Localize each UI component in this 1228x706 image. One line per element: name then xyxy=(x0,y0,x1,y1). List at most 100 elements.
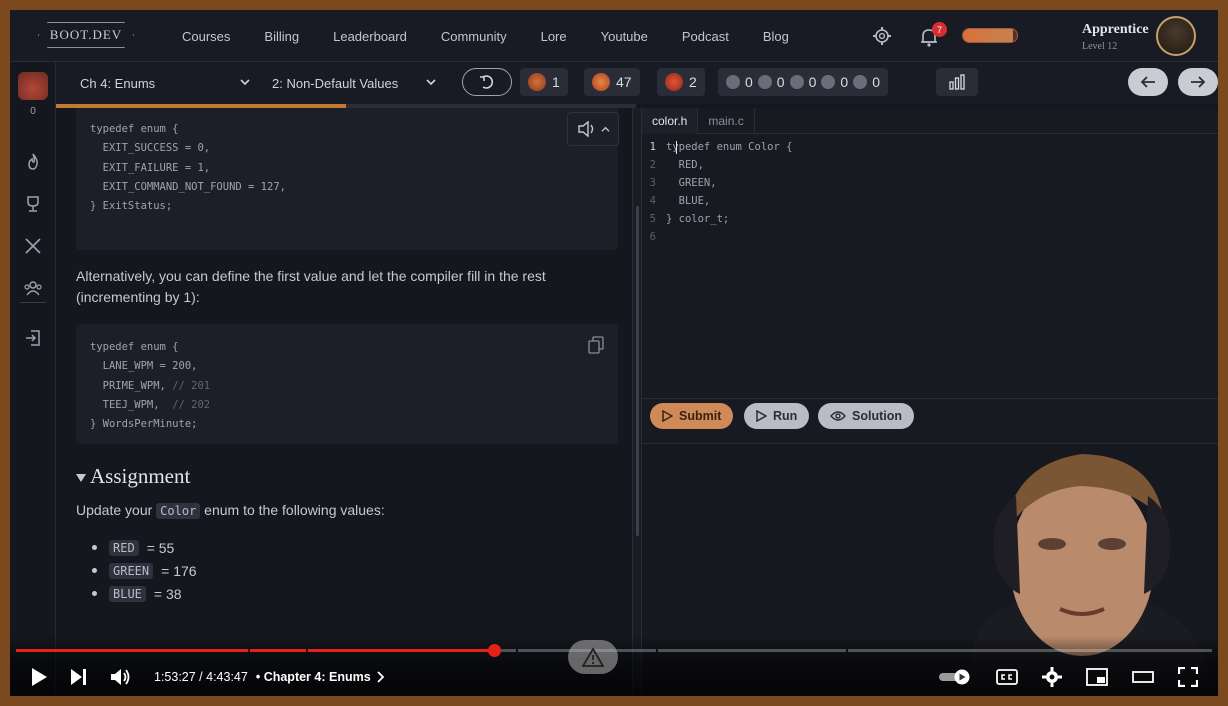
code-line: typedef enum { xyxy=(90,123,179,135)
line-number: 5 xyxy=(649,213,656,225)
chapter-marker xyxy=(846,649,848,652)
logout-icon[interactable] xyxy=(23,328,43,348)
assignment-heading[interactable]: Assignment xyxy=(76,464,190,489)
assignment-text-post: enum to the following values: xyxy=(200,502,385,518)
assignment-text-pre: Update your xyxy=(76,502,157,518)
code-line: RED, xyxy=(666,159,704,171)
reset-button[interactable] xyxy=(462,68,512,96)
stats-button[interactable] xyxy=(936,68,978,96)
nav-link-youtube[interactable]: Youtube xyxy=(601,29,648,44)
swords-icon[interactable] xyxy=(23,236,43,256)
trophy-icon[interactable] xyxy=(23,194,43,214)
captions-icon[interactable] xyxy=(996,669,1018,685)
nav-link-lore[interactable]: Lore xyxy=(541,29,567,44)
editor-tabs: color.h main.c xyxy=(642,108,1218,134)
armor-stat[interactable]: 2 xyxy=(657,68,705,96)
code-editor[interactable]: color.h main.c 1 typedef enum Color { 2 R… xyxy=(642,108,1218,398)
nav-link-blog[interactable]: Blog xyxy=(763,29,789,44)
user-rank: Apprentice xyxy=(1082,22,1149,37)
code-line: } color_t; xyxy=(666,213,730,225)
copy-icon[interactable] xyxy=(588,336,604,354)
volume-icon[interactable] xyxy=(110,667,132,687)
scrubber-handle[interactable] xyxy=(488,644,502,657)
shield-count: 0 xyxy=(776,74,785,90)
seal-count: 0 xyxy=(808,74,817,90)
bar-chart-icon xyxy=(949,74,965,90)
warning-button[interactable] xyxy=(568,640,618,674)
panel-splitter[interactable] xyxy=(632,108,642,696)
line-number: 2 xyxy=(649,159,656,171)
chevron-right-icon[interactable] xyxy=(377,671,385,683)
editor-code[interactable]: 1 typedef enum Color { 2 RED, 3 GREEN, 4 … xyxy=(642,138,793,246)
scrubber-played xyxy=(16,649,495,652)
code-comment: // 202 xyxy=(172,398,211,411)
notification-badge: 7 xyxy=(932,22,947,37)
miniplayer-icon[interactable] xyxy=(1086,668,1108,686)
chapter-marker xyxy=(516,649,518,652)
tab-color-h[interactable]: color.h xyxy=(642,108,699,134)
left-rail: 0 xyxy=(10,62,56,696)
gems-stat[interactable]: 47 xyxy=(584,68,640,96)
fullscreen-icon[interactable] xyxy=(1178,667,1198,687)
prev-lesson-button[interactable] xyxy=(1128,68,1168,96)
chapter-select-value: Ch 4: Enums xyxy=(80,75,156,91)
chevron-down-icon xyxy=(240,79,250,86)
code-line: } ExitStatus; xyxy=(90,200,173,213)
nav-link-courses[interactable]: Courses xyxy=(182,29,230,44)
avatar[interactable] xyxy=(1156,16,1196,56)
eye-icon xyxy=(830,411,846,421)
code-line: BLUE, xyxy=(666,195,711,207)
chapter-marker xyxy=(656,649,658,652)
autoplay-toggle-icon[interactable] xyxy=(938,669,972,685)
code-line: EXIT_COMMAND_NOT_FOUND = 127, xyxy=(90,180,286,193)
nav-link-podcast[interactable]: Podcast xyxy=(682,29,729,44)
next-lesson-button[interactable] xyxy=(1178,68,1218,96)
inline-code: RED xyxy=(109,539,139,556)
pet-icon[interactable] xyxy=(18,72,48,100)
list-item: BLUE = 38 xyxy=(92,582,197,605)
nav-link-community[interactable]: Community xyxy=(441,29,507,44)
next-video-icon[interactable] xyxy=(70,668,88,686)
nav-link-leaderboard[interactable]: Leaderboard xyxy=(333,29,407,44)
line-number: 6 xyxy=(649,231,656,243)
chapter-marker xyxy=(248,649,250,652)
play-icon[interactable] xyxy=(30,667,48,687)
play-icon xyxy=(662,410,673,422)
streak-icon xyxy=(528,73,546,91)
top-nav: BOOT.DEV Courses Billing Leaderboard Com… xyxy=(10,10,1218,62)
flame-count: 0 xyxy=(872,74,880,90)
community-icon[interactable] xyxy=(23,278,43,298)
gem-icon xyxy=(592,73,610,91)
code-line: } WordsPerMinute; xyxy=(90,418,198,431)
theater-mode-icon[interactable] xyxy=(1132,670,1154,684)
settings-icon[interactable] xyxy=(1042,667,1062,687)
list-item: GREEN = 176 xyxy=(92,559,197,582)
line-number: 1 xyxy=(649,141,656,153)
chapter-select[interactable]: Ch 4: Enums xyxy=(80,69,250,97)
xp-bar-fill xyxy=(963,29,1013,42)
inline-code: Color xyxy=(156,503,201,519)
solution-button[interactable]: Solution xyxy=(818,403,914,429)
collapse-triangle-icon xyxy=(76,474,86,482)
code-block-exit-status: typedef enum { EXIT_SUCCESS = 0, EXIT_FA… xyxy=(76,108,618,250)
code-block-wpm: typedef enum { LANE_WPM = 200, PRIME_WPM… xyxy=(76,324,618,444)
scrollbar-thumb[interactable] xyxy=(636,206,639,536)
editor-actions: Submit Run Solution xyxy=(642,398,1218,444)
video-chapter[interactable]: • Chapter 4: Enums xyxy=(256,670,371,684)
gem-count: 47 xyxy=(616,74,632,90)
lesson-select[interactable]: 2: Non-Default Values xyxy=(272,69,436,97)
logo[interactable]: BOOT.DEV xyxy=(38,22,134,48)
streak-stat[interactable]: 1 xyxy=(520,68,568,96)
submit-button[interactable]: Submit xyxy=(650,403,734,429)
audio-button[interactable] xyxy=(567,112,619,146)
run-button[interactable]: Run xyxy=(744,403,810,429)
tab-main-c[interactable]: main.c xyxy=(698,108,755,134)
streak-count: 1 xyxy=(552,74,560,90)
nav-link-billing[interactable]: Billing xyxy=(264,29,299,44)
inventory-stat[interactable]: 0 0 0 0 0 xyxy=(718,68,888,96)
armor-count: 2 xyxy=(689,74,697,90)
gear-icon[interactable] xyxy=(872,26,892,46)
flame-icon[interactable] xyxy=(23,152,43,172)
arrow-right-icon xyxy=(1191,76,1206,88)
code-line: PRIME_WPM, xyxy=(90,379,173,392)
